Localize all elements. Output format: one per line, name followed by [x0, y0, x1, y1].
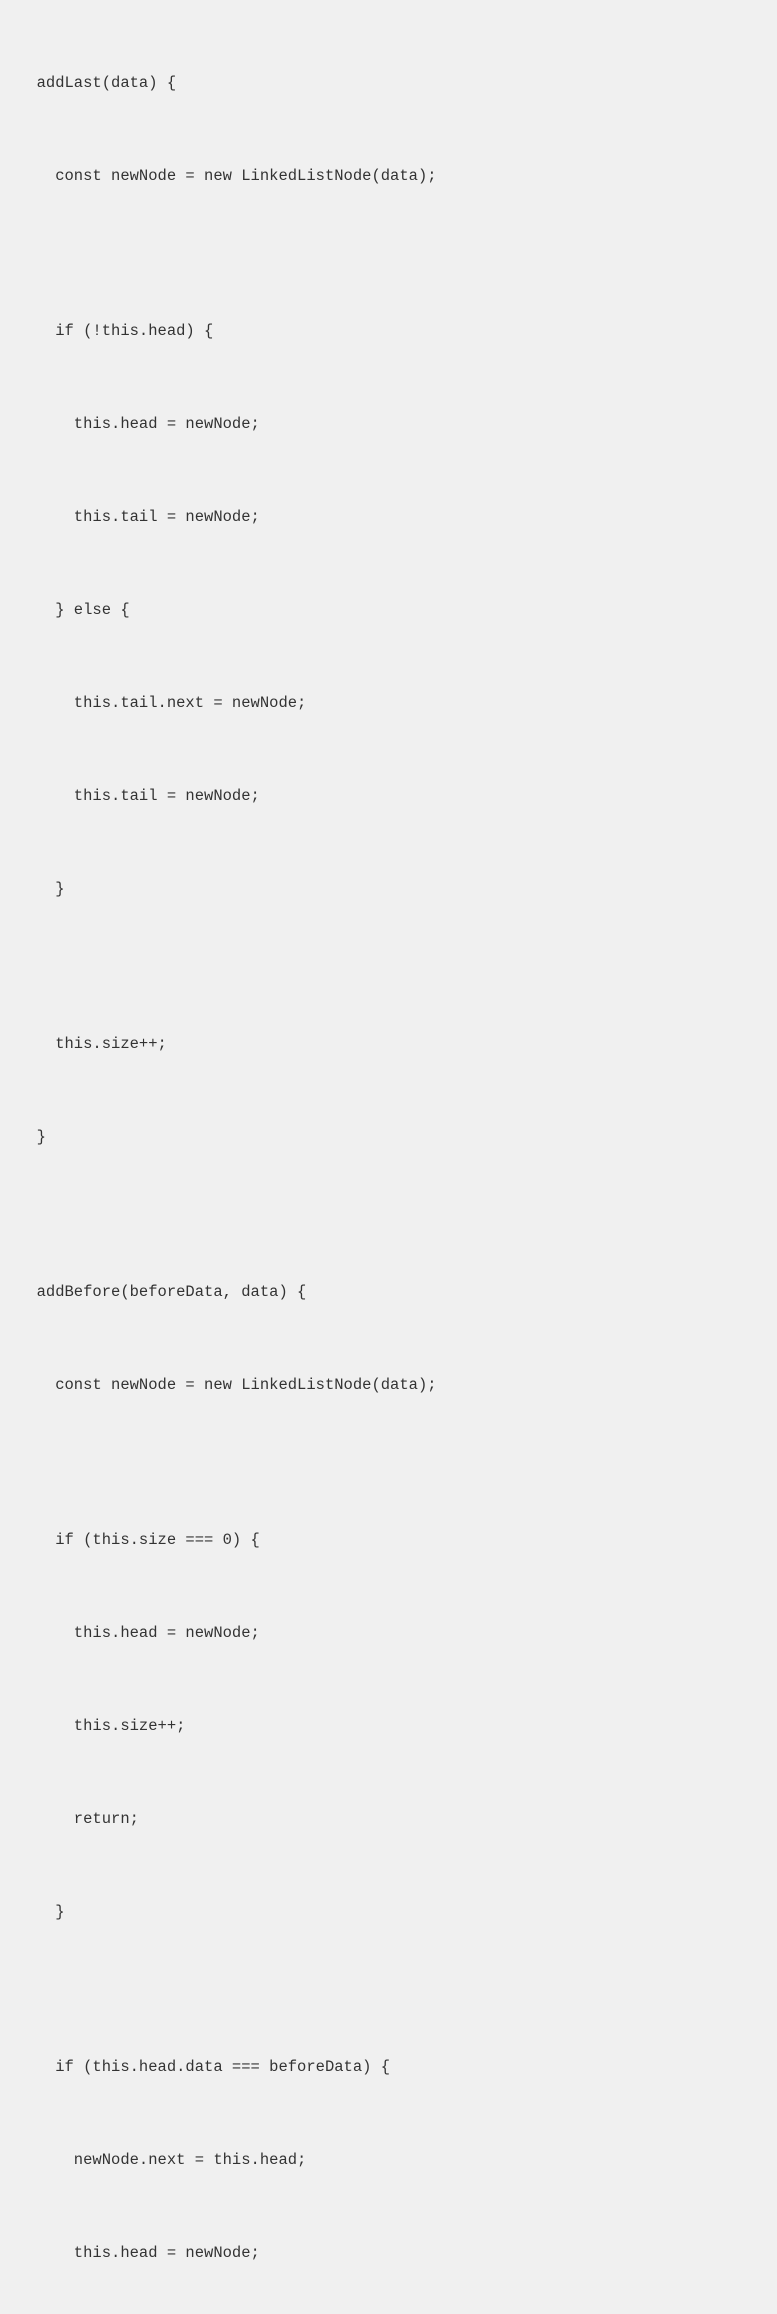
code-line: if (this.head.data === beforeData) { — [18, 2052, 759, 2083]
code-line: this.tail.next = newNode; — [18, 688, 759, 719]
code-line: const newNode = new LinkedListNode(data)… — [18, 161, 759, 192]
code-line: newNode.next = this.head; — [18, 2145, 759, 2176]
code-line: } — [18, 874, 759, 905]
code-line: this.size++; — [18, 1029, 759, 1060]
code-line: this.head = newNode; — [18, 1618, 759, 1649]
code-line: this.size++; — [18, 1711, 759, 1742]
code-line: } — [18, 1122, 759, 1153]
code-line: this.head = newNode; — [18, 409, 759, 440]
code-block: addLast(data) { const newNode = new Link… — [0, 0, 777, 2314]
code-line: } — [18, 1897, 759, 1928]
code-line: if (this.size === 0) { — [18, 1525, 759, 1556]
code-line: } else { — [18, 595, 759, 626]
code-line: this.tail = newNode; — [18, 781, 759, 812]
code-line: return; — [18, 1804, 759, 1835]
code-line: addBefore(beforeData, data) { — [18, 1277, 759, 1308]
code-line: const newNode = new LinkedListNode(data)… — [18, 1370, 759, 1401]
code-line: this.head = newNode; — [18, 2238, 759, 2269]
code-line: addLast(data) { — [18, 68, 759, 99]
code-line: this.tail = newNode; — [18, 502, 759, 533]
code-line: if (!this.head) { — [18, 316, 759, 347]
